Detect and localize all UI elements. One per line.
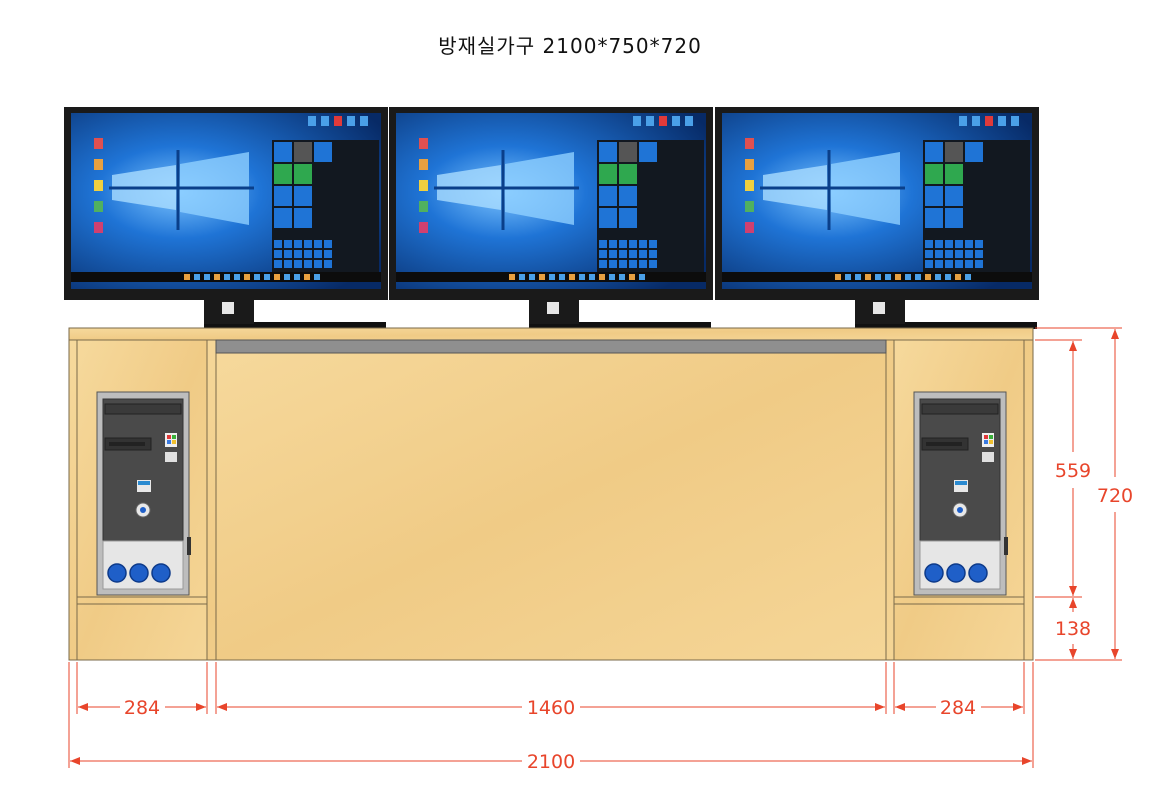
dim-label-lower-height: 138	[1055, 618, 1091, 640]
desktop-icon	[419, 180, 428, 191]
desktop-icon	[94, 159, 103, 170]
pc-tower-left	[96, 391, 191, 596]
desktop-icon	[745, 222, 754, 233]
dim-label-upper-height: 559	[1055, 460, 1091, 482]
dim-label-total-height: 720	[1097, 485, 1133, 507]
desktop-icon	[94, 201, 103, 212]
desktop-icon	[745, 180, 754, 191]
desktop-icon	[745, 159, 754, 170]
desktop-icon	[94, 138, 103, 149]
furniture-drawing: 284 1460 284 2100 559 138 720	[64, 107, 1133, 773]
pc-tower-right	[913, 391, 1008, 596]
desk	[68, 327, 1034, 661]
desktop-icon	[94, 180, 103, 191]
center-panel	[215, 339, 887, 661]
desktop-icon	[419, 159, 428, 170]
desk-top	[68, 327, 1034, 341]
dim-label-total: 2100	[527, 751, 575, 773]
monitor-right	[715, 107, 1039, 329]
desktop-icon	[419, 222, 428, 233]
keyboard-tray	[215, 339, 887, 354]
desktop-icon	[419, 138, 428, 149]
monitor-left	[64, 107, 388, 329]
desktop-icon	[94, 222, 103, 233]
dim-label-left-cabinet: 284	[124, 697, 160, 719]
dim-label-right-cabinet: 284	[940, 697, 976, 719]
dim-label-center: 1460	[527, 697, 575, 719]
desktop-icon	[745, 201, 754, 212]
desktop-icon	[745, 138, 754, 149]
monitor-center	[389, 107, 713, 329]
desktop-icon	[419, 201, 428, 212]
